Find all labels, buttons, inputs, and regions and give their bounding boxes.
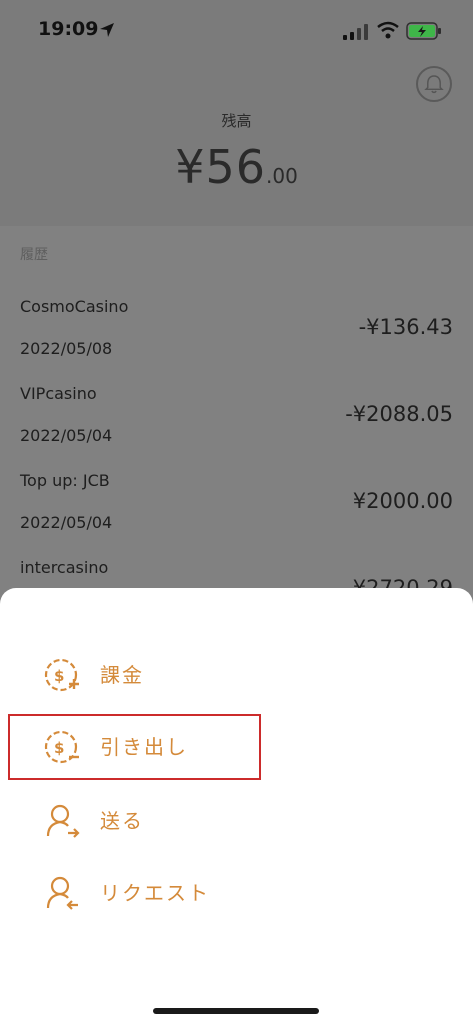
transaction-date: 2022/05/04 <box>20 426 113 445</box>
send-label: 送る <box>100 809 144 833</box>
person-request-icon <box>46 876 78 910</box>
wallet-screen: 19:09 残高 ¥56.00 履歴 CosmoCasino 2022/05/0… <box>0 0 473 1024</box>
home-indicator[interactable] <box>153 1008 319 1014</box>
charge-label: 課金 <box>100 663 144 687</box>
transaction-name: VIPcasino <box>20 384 97 403</box>
balance-main-value: ¥56 <box>175 140 266 194</box>
withdraw-highlight-box <box>8 714 261 780</box>
transaction-date: 2022/05/04 <box>20 513 113 532</box>
transaction-name: intercasino <box>20 558 109 577</box>
balance-amount: ¥56.00 <box>0 140 473 194</box>
balance-cents-value: .00 <box>266 164 298 188</box>
coin-plus-icon: $ <box>44 658 79 692</box>
transaction-amount: ¥2000.00 <box>352 489 453 513</box>
wifi-icon <box>377 21 399 39</box>
svg-text:$: $ <box>54 667 64 685</box>
person-send-icon <box>46 804 80 838</box>
transaction-row[interactable]: Top up: JCB 2022/05/04 ¥2000.00 <box>0 471 473 557</box>
transaction-date: 2022/05/08 <box>20 339 113 358</box>
charge-menu-item[interactable]: $ 課金 <box>0 645 473 705</box>
battery-charging-icon <box>406 22 441 40</box>
notification-bell-icon[interactable] <box>416 66 452 102</box>
balance-label: 残高 <box>221 112 252 130</box>
location-arrow-icon <box>100 23 114 37</box>
request-menu-item[interactable]: リクエスト <box>0 863 473 923</box>
request-label: リクエスト <box>100 881 210 905</box>
transaction-amount: -¥136.43 <box>358 315 453 339</box>
status-time: 19:09 <box>38 18 99 40</box>
transaction-row[interactable]: VIPcasino 2022/05/04 -¥2088.05 <box>0 384 473 470</box>
transaction-name: CosmoCasino <box>20 297 129 316</box>
history-section-label: 履歴 <box>20 247 48 263</box>
send-menu-item[interactable]: 送る <box>0 791 473 851</box>
transaction-amount: -¥2088.05 <box>345 402 453 426</box>
action-bottom-sheet: $ 課金 $ 引き出し 送る リクエスト <box>0 588 473 1024</box>
status-bar: 19:09 <box>0 0 473 62</box>
transaction-name: Top up: JCB <box>20 471 110 490</box>
cellular-signal-icon <box>343 24 368 40</box>
transaction-row[interactable]: CosmoCasino 2022/05/08 -¥136.43 <box>0 297 473 383</box>
